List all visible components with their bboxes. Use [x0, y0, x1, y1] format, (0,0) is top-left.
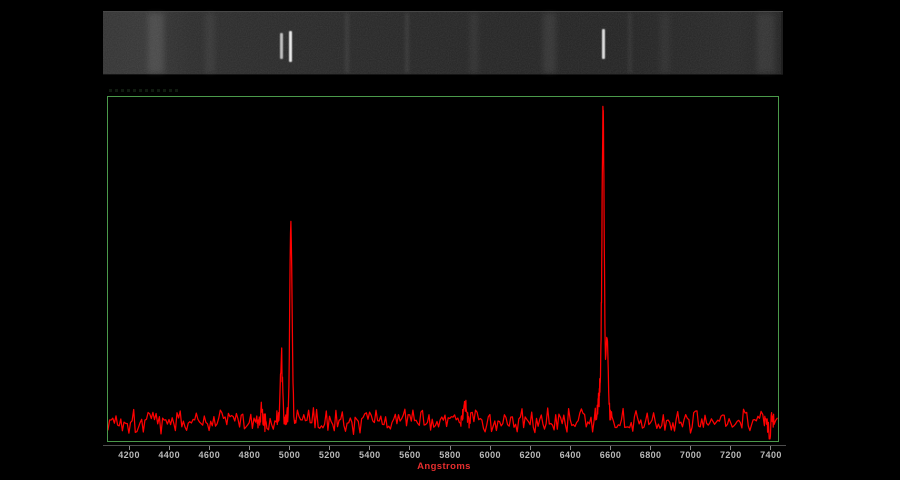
raw-spectrum-strip[interactable]	[103, 11, 783, 75]
spectrum-plot-canvas	[108, 97, 778, 441]
x-axis-tick-label: 6000	[467, 450, 513, 460]
x-axis-tick-label: 6400	[547, 450, 593, 460]
x-axis-line	[103, 445, 786, 446]
strip-band	[205, 13, 215, 73]
x-axis-tick-label: 6200	[507, 450, 553, 460]
strip-band	[660, 13, 670, 73]
x-axis-tick-label: 6600	[588, 450, 634, 460]
x-axis-tick-label: 5600	[387, 450, 433, 460]
x-axis-tick-label: 6800	[628, 450, 674, 460]
x-axis-tick-label: 5000	[267, 450, 313, 460]
x-axis-tick-label: 5800	[427, 450, 473, 460]
emission-line-6563	[602, 29, 605, 59]
spectrum-app-window: 4200440046004800500052005400560058006000…	[0, 0, 900, 480]
x-axis-tick-label: 4400	[146, 450, 192, 460]
strip-band	[543, 13, 556, 73]
emission-line-4959	[280, 33, 283, 59]
x-axis-tick-label: 4800	[226, 450, 272, 460]
x-axis-tick-label: 5400	[347, 450, 393, 460]
strip-band	[148, 13, 164, 73]
strip-band	[405, 13, 409, 73]
x-axis-tick-label: 4600	[186, 450, 232, 460]
spectrum-plot[interactable]	[107, 96, 779, 442]
strip-band	[757, 13, 775, 73]
faint-artifact	[109, 89, 181, 92]
strip-band	[628, 13, 632, 73]
x-axis-tick-label: 7000	[668, 450, 714, 460]
emission-line-5007	[289, 31, 292, 62]
strip-band	[470, 13, 478, 73]
strip-band	[345, 13, 349, 73]
x-axis-tick-label: 7400	[748, 450, 794, 460]
x-axis-title: Angstroms	[394, 461, 494, 472]
x-axis-tick-label: 7200	[708, 450, 754, 460]
x-axis-tick-label: 4200	[106, 450, 152, 460]
spectrum-trace	[108, 106, 777, 439]
x-axis-tick-label: 5200	[307, 450, 353, 460]
